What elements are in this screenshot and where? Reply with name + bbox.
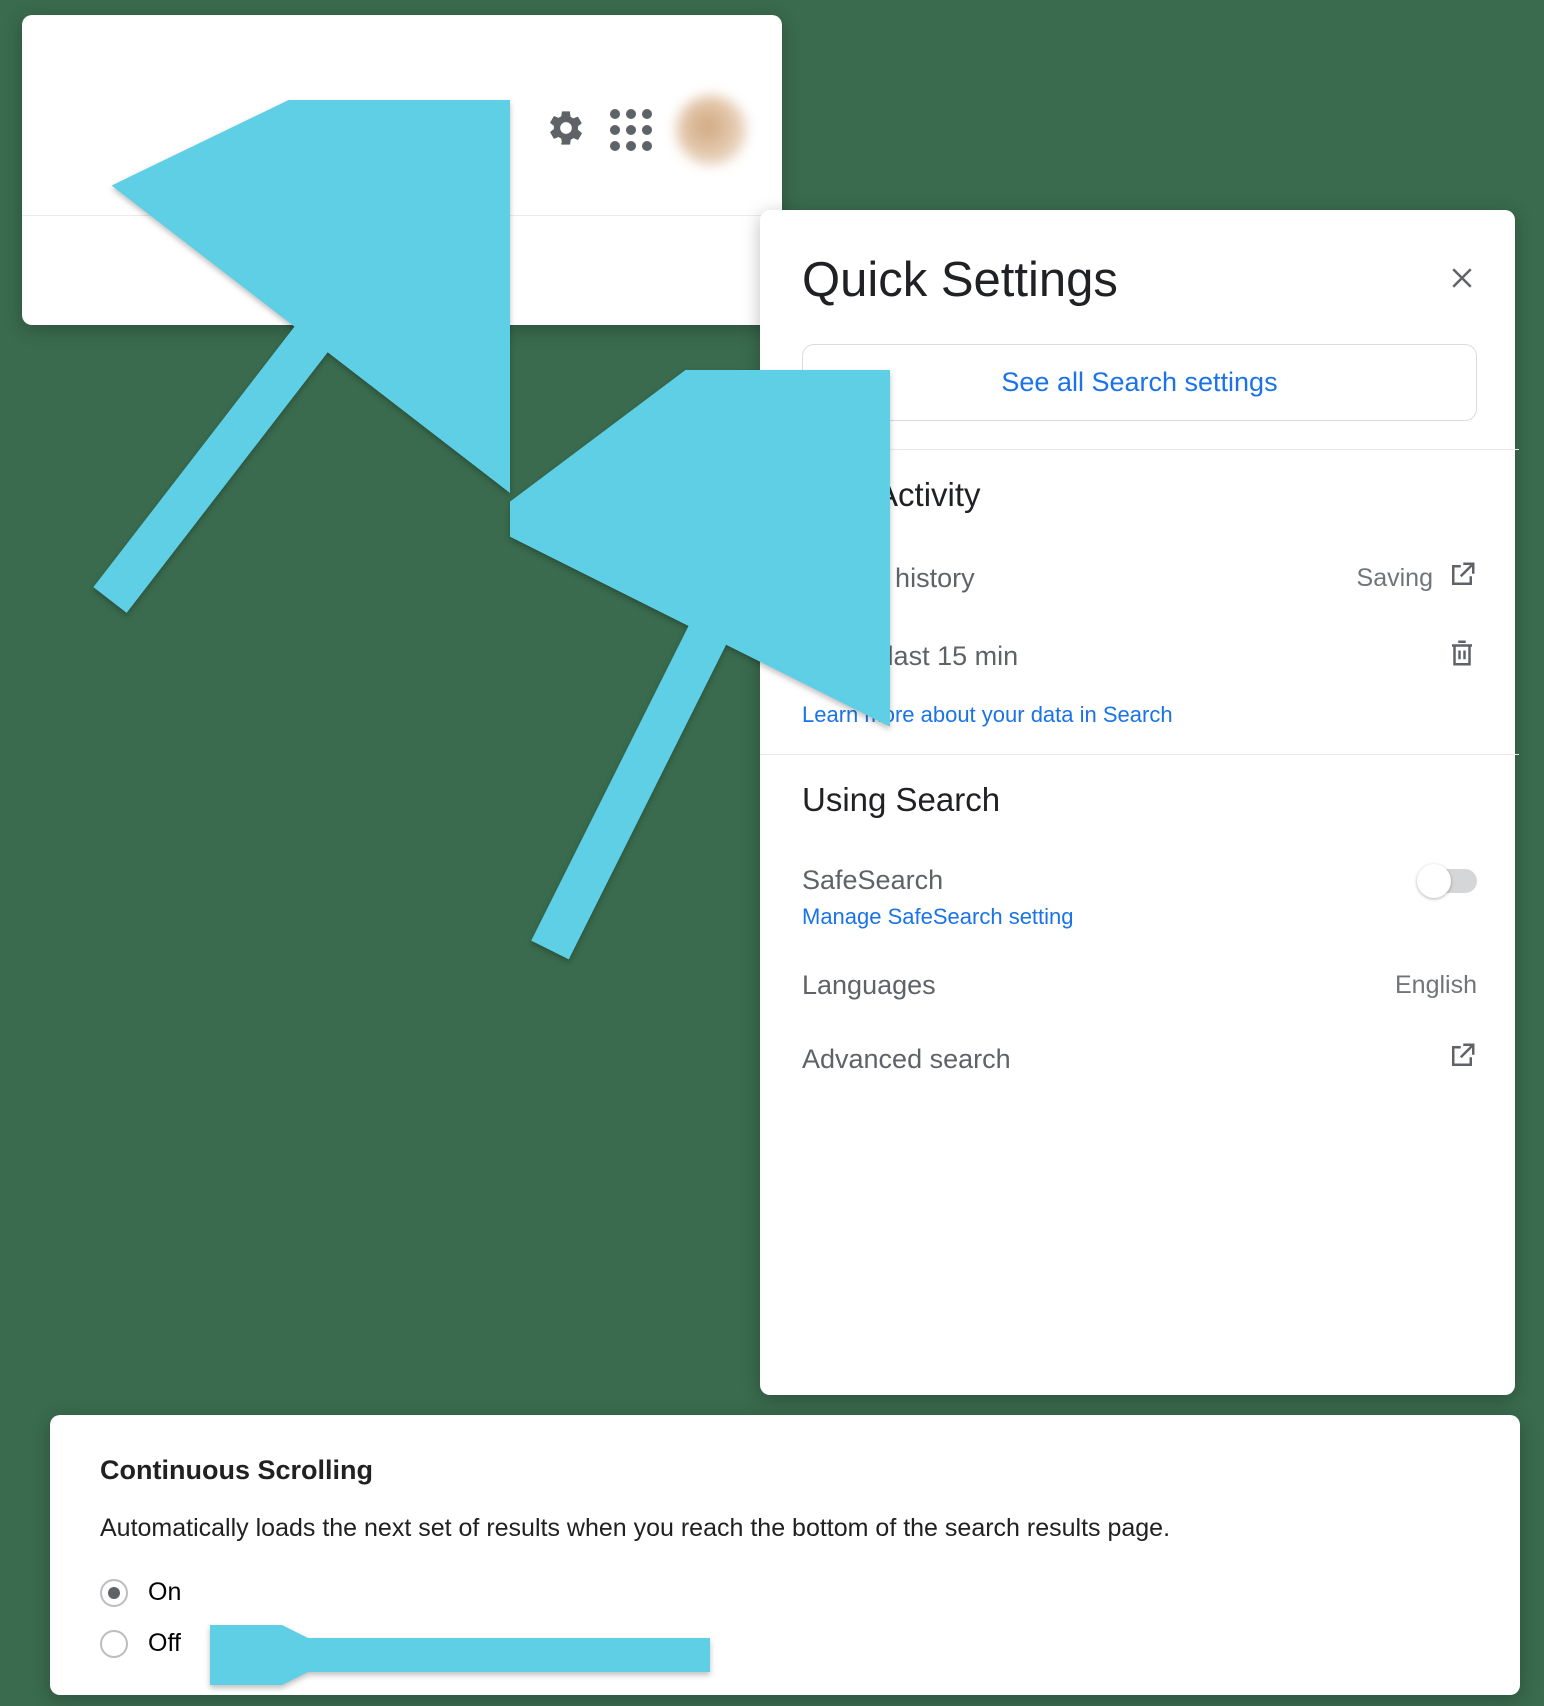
search-history-status: Saving	[1357, 564, 1433, 593]
safesearch-toggle[interactable]	[1419, 869, 1477, 893]
search-history-label: Search history	[802, 563, 975, 594]
languages-value: English	[1395, 971, 1477, 1000]
radio-off-label: Off	[148, 1629, 181, 1658]
using-search-heading: Using Search	[802, 781, 1477, 819]
apps-icon[interactable]	[610, 109, 652, 151]
gear-icon[interactable]	[546, 108, 586, 153]
radio-on[interactable]	[100, 1579, 128, 1607]
safesearch-row: SafeSearch	[802, 845, 1477, 900]
manage-safesearch-link[interactable]: Manage SafeSearch setting	[802, 904, 1477, 930]
continuous-scrolling-description: Automatically loads the next set of resu…	[100, 1514, 1470, 1543]
radio-off[interactable]	[100, 1630, 128, 1658]
top-toolbar	[22, 15, 782, 216]
radio-on-label: On	[148, 1578, 181, 1607]
radio-off-row[interactable]: Off	[100, 1629, 1470, 1658]
delete-last-15-label: Delete last 15 min	[802, 641, 1018, 672]
divider	[760, 449, 1519, 450]
toggle-knob	[1417, 864, 1451, 898]
see-all-settings-button[interactable]: See all Search settings	[802, 344, 1477, 421]
languages-label: Languages	[802, 970, 936, 1001]
advanced-search-row[interactable]: Advanced search	[802, 1021, 1477, 1098]
your-activity-heading: Your Activity	[802, 476, 1477, 514]
learn-more-link[interactable]: Learn more about your data in Search	[802, 702, 1477, 728]
languages-row[interactable]: Languages English	[802, 950, 1477, 1021]
external-link-icon	[1447, 1041, 1477, 1078]
close-icon[interactable]	[1447, 263, 1477, 298]
continuous-scrolling-title: Continuous Scrolling	[100, 1455, 1470, 1486]
radio-on-row[interactable]: On	[100, 1578, 1470, 1607]
trash-icon	[1447, 637, 1477, 676]
toolbar-panel	[22, 15, 782, 325]
quick-settings-panel: Quick Settings See all Search settings Y…	[760, 210, 1515, 1395]
advanced-search-label: Advanced search	[802, 1044, 1011, 1075]
delete-last-15-row[interactable]: Delete last 15 min	[802, 617, 1477, 696]
search-history-row[interactable]: Search history Saving	[802, 540, 1477, 617]
avatar[interactable]	[676, 95, 746, 165]
quick-settings-title: Quick Settings	[802, 252, 1118, 308]
external-link-icon	[1447, 560, 1477, 597]
safesearch-label: SafeSearch	[802, 865, 943, 896]
divider	[760, 754, 1519, 755]
continuous-scrolling-panel: Continuous Scrolling Automatically loads…	[50, 1415, 1520, 1695]
